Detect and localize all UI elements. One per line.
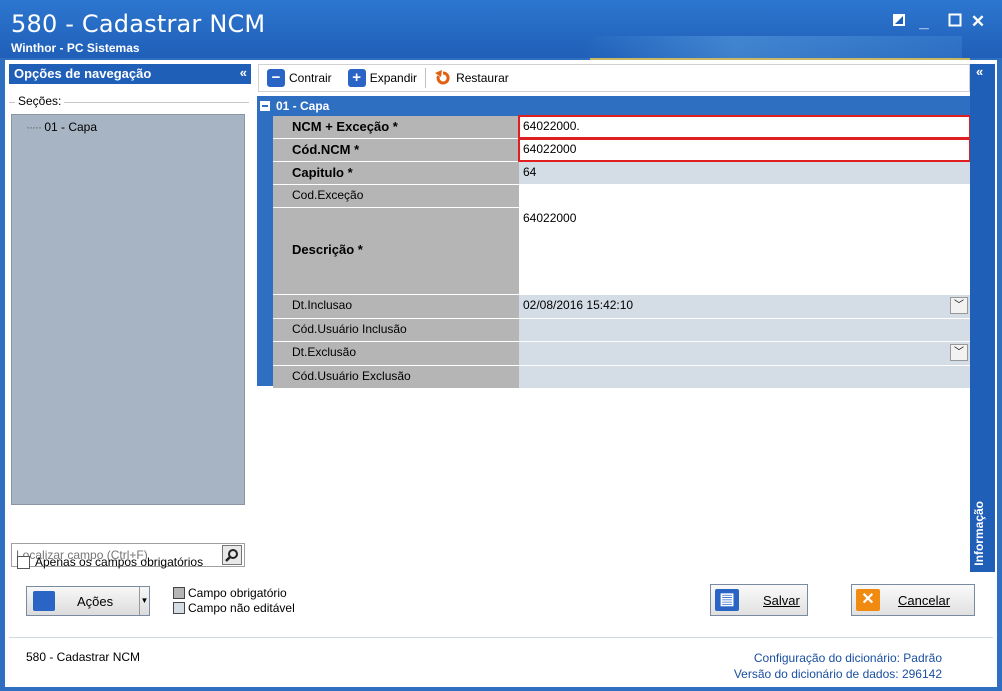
section-indent-strip [257, 116, 273, 386]
field-row-capitulo: Capitulo * 64 [273, 162, 970, 185]
not-editable-swatch [173, 601, 185, 614]
field-row-descricao: Descrição * 64022000 [273, 208, 970, 295]
expand-button[interactable]: + Expandir [340, 69, 425, 87]
only-required-label: Apenas os campos obrigatórios [35, 555, 204, 569]
field-label: Descrição * [273, 208, 519, 294]
chevron-down-icon[interactable]: ﹀ [950, 297, 968, 314]
usuario-exclusao-field[interactable] [519, 366, 970, 388]
field-row-dt-exclusao: Dt.Exclusão ﹀ [273, 342, 970, 366]
dictionary-config-line: Configuração do dicionário: Padrão [734, 650, 942, 666]
tree-connector: ····· [26, 120, 42, 134]
minus-icon: − [267, 69, 285, 87]
undo-icon [435, 70, 450, 85]
collapse-label: Contrair [289, 71, 332, 85]
field-label: NCM + Exceção * [273, 116, 519, 138]
field-label: Dt.Inclusao [273, 295, 519, 318]
field-row-cod-excecao: Cod.Exceção [273, 185, 970, 208]
legend-not-editable-label: Campo não editável [188, 600, 295, 615]
legend-required: Campo obrigatório [173, 585, 295, 600]
maximize-icon[interactable] [945, 12, 965, 32]
title-decoration [582, 36, 962, 58]
floppy-disk-icon: ▤ [715, 589, 739, 611]
status-dictionary-info: Configuração do dicionário: Padrão Versã… [734, 650, 942, 682]
status-divider [9, 637, 993, 638]
plus-icon: + [347, 69, 366, 87]
dt-inclusao-field[interactable]: 02/08/2016 15:42:10 ﹀ [519, 295, 970, 318]
cod-excecao-field[interactable] [519, 185, 970, 207]
property-grid: NCM + Exceção * 64022000. Cód.NCM * 6402… [273, 115, 971, 389]
sections-tree: ····· 01 - Capa [11, 114, 245, 505]
section-collapse-icon[interactable] [260, 101, 270, 111]
actions-icon [33, 591, 55, 611]
minimize-icon[interactable]: _ [914, 12, 934, 32]
status-routine-name: 580 - Cadastrar NCM [26, 650, 141, 664]
cancel-label: Cancelar [898, 592, 951, 608]
client-area: Opções de navegação « Seções: ····· 01 -… [5, 60, 997, 687]
find-field-button[interactable] [222, 545, 242, 565]
dt-exclusao-field[interactable]: ﹀ [519, 342, 970, 365]
only-required-option[interactable]: Apenas os campos obrigatórios [17, 555, 203, 569]
usuario-inclusao-field[interactable] [519, 319, 970, 341]
search-icon [225, 549, 238, 562]
only-required-checkbox[interactable] [17, 555, 30, 569]
dictionary-config-label: Configuração do dicionário: [753, 651, 900, 665]
info-panel-label: Informação [972, 501, 986, 566]
ncm-excecao-field[interactable]: 64022000. [518, 115, 971, 139]
field-row-dt-inclusao: Dt.Inclusao 02/08/2016 15:42:10 ﹀ [273, 295, 970, 319]
field-row-usuario-exclusao: Cód.Usuário Exclusão [273, 366, 970, 389]
field-label: Cód.NCM * [273, 139, 519, 161]
restore-icon[interactable] [889, 12, 909, 32]
field-label: Cod.Exceção [273, 185, 519, 207]
actions-label: Ações [77, 593, 114, 609]
nav-header: Opções de navegação « [9, 64, 251, 84]
info-panel-strip[interactable]: « Informação [970, 64, 995, 572]
legend-not-editable: Campo não editável [173, 600, 295, 615]
tree-item-capa[interactable]: ····· 01 - Capa [26, 120, 97, 134]
field-row-ncm-excecao: NCM + Exceção * 64022000. [273, 115, 971, 139]
dictionary-version-label: Versão do dicionário de dados: [733, 667, 899, 681]
cancel-button[interactable]: ✕ Cancelar [851, 584, 975, 616]
capitulo-field[interactable]: 64 [519, 162, 970, 184]
cod-ncm-field[interactable]: 64022000 [518, 138, 971, 162]
window-title: 580 - Cadastrar NCM [11, 10, 266, 38]
section-header-capa[interactable]: 01 - Capa [257, 96, 970, 116]
fields-toolbar: − Contrair + Expandir Restaurar [258, 64, 970, 92]
x-icon: ✕ [856, 589, 880, 611]
sections-group: Seções: ····· 01 - Capa [9, 94, 251, 570]
tree-item-label: 01 - Capa [44, 120, 98, 134]
required-swatch [173, 586, 185, 599]
restore-label: Restaurar [456, 71, 509, 85]
descricao-field[interactable]: 64022000 [519, 208, 970, 294]
nav-header-title: Opções de navegação [14, 66, 152, 81]
dt-inclusao-value: 02/08/2016 15:42:10 [523, 298, 634, 312]
actions-button[interactable]: Ações ▼ [26, 586, 150, 616]
field-label: Cód.Usuário Exclusão [273, 366, 519, 388]
window-subtitle: Winthor - PC Sistemas [11, 41, 140, 55]
field-row-cod-ncm: Cód.NCM * 64022000 [273, 138, 971, 162]
collapse-info-icon[interactable]: « [976, 64, 983, 79]
section-title: 01 - Capa [276, 99, 330, 113]
field-legend: Campo obrigatório Campo não editável [173, 585, 295, 615]
restore-button[interactable]: Restaurar [426, 69, 517, 87]
field-row-usuario-inclusao: Cód.Usuário Inclusão [273, 319, 970, 342]
navigation-panel: Opções de navegação « Seções: ····· 01 -… [9, 64, 251, 574]
close-icon[interactable]: ✕ [968, 12, 988, 32]
dictionary-version-line: Versão do dicionário de dados: 296142 [734, 666, 942, 682]
expand-label: Expandir [369, 71, 418, 85]
save-label: Salvar [763, 592, 800, 608]
collapse-nav-icon[interactable]: « [240, 65, 247, 80]
caret-down-icon[interactable]: ▼ [139, 587, 149, 615]
field-label: Capitulo * [273, 162, 519, 184]
chevron-down-icon[interactable]: ﹀ [950, 344, 968, 361]
dictionary-version-value: 296142 [901, 667, 942, 681]
app-window: 580 - Cadastrar NCM Winthor - PC Sistema… [0, 0, 1002, 691]
legend-required-label: Campo obrigatório [188, 585, 287, 600]
field-label: Cód.Usuário Inclusão [273, 319, 519, 341]
title-bar: 580 - Cadastrar NCM Winthor - PC Sistema… [0, 0, 1002, 58]
collapse-button[interactable]: − Contrair [259, 69, 340, 87]
dictionary-config-value: Padrão [903, 651, 942, 665]
field-label: Dt.Exclusão [273, 342, 519, 365]
sections-label: Seções: [15, 94, 65, 108]
save-button[interactable]: ▤ Salvar [710, 584, 808, 616]
